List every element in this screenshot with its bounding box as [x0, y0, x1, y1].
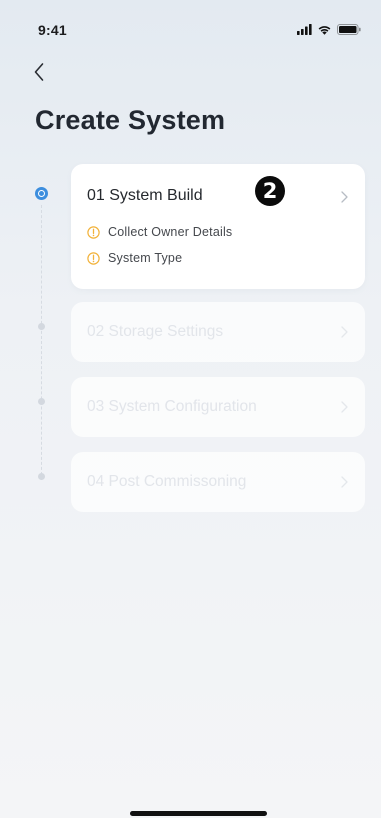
step-title: 03 System Configuration: [87, 398, 257, 415]
status-icons: [297, 24, 361, 35]
status-time: 9:41: [38, 22, 67, 38]
step-title: 01 System Build: [87, 187, 203, 204]
chevron-right-icon: [341, 476, 348, 488]
wifi-icon: [318, 26, 331, 35]
step-card-system-configuration[interactable]: 03 System Configuration: [71, 377, 365, 437]
chevron-right-icon: [341, 326, 348, 338]
task-label: System Type: [108, 251, 183, 265]
back-button[interactable]: [28, 60, 52, 84]
chevron-right-icon: [341, 191, 348, 203]
task-label: Collect Owner Details: [108, 225, 233, 239]
step-title: 02 Storage Settings: [87, 323, 224, 340]
task-item-collect-owner-details[interactable]: Collect Owner Details: [87, 225, 232, 239]
step-indicator-4: [38, 473, 45, 480]
task-item-system-type[interactable]: System Type: [87, 251, 182, 265]
step-indicator-3: [38, 398, 45, 405]
step-number-badge: 2: [255, 176, 285, 206]
step-card-post-commissioning[interactable]: 04 Post Commissoning: [71, 452, 365, 512]
step-indicator-2: [38, 323, 45, 330]
signal-icon: [297, 24, 312, 35]
step-title: 04 Post Commissoning: [87, 473, 247, 490]
status-bar: 9:41: [0, 0, 381, 44]
create-system-screen: 9:41 Create System 01 System Build 2 Col…: [0, 0, 381, 818]
step-indicator-active: [35, 187, 48, 200]
step-card-storage-settings[interactable]: 02 Storage Settings: [71, 302, 365, 362]
chevron-right-icon: [341, 401, 348, 413]
warning-icon: [87, 225, 100, 239]
battery-icon: [337, 24, 361, 35]
page-title: Create System: [35, 105, 226, 135]
stepper-connector-line: [41, 205, 42, 480]
step-card-system-build[interactable]: 01 System Build 2 Collect Owner Details …: [71, 164, 365, 289]
home-indicator[interactable]: [130, 811, 267, 816]
warning-icon: [87, 251, 100, 265]
chevron-left-icon: [34, 63, 44, 81]
